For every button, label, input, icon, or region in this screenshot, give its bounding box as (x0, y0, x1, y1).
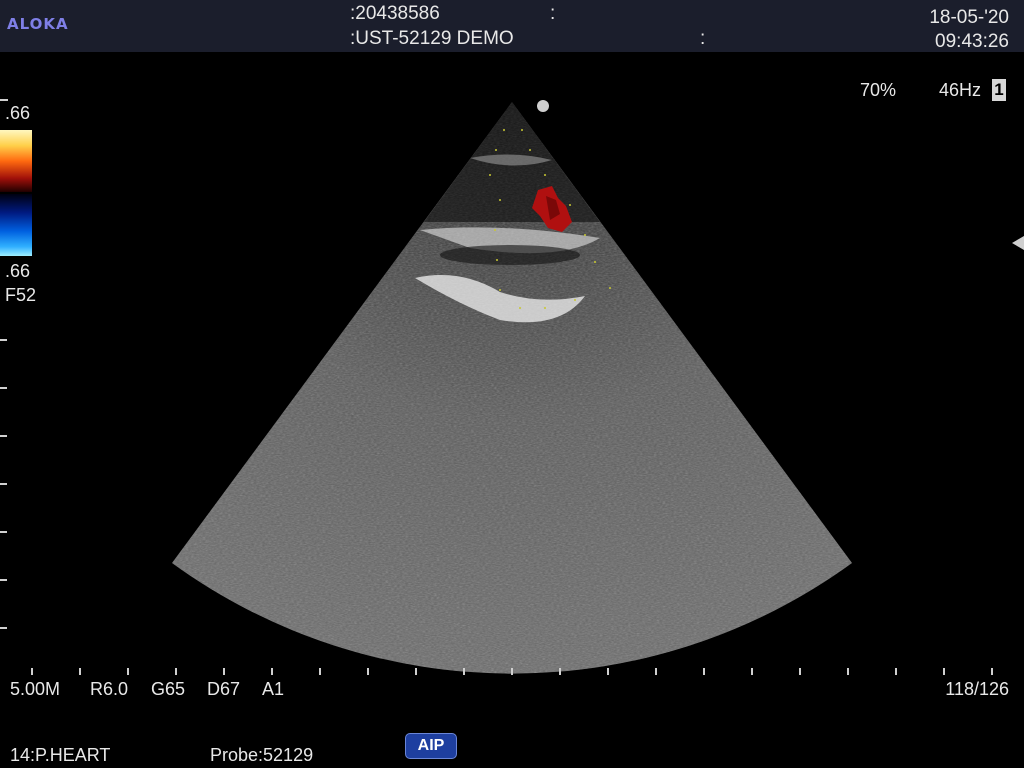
lateral-scale (31, 668, 993, 675)
depth: D67 (207, 679, 241, 699)
probe-id: Probe:52129 (210, 745, 314, 765)
color-bar-positive (0, 130, 32, 192)
color-bar-negative (0, 194, 32, 256)
color-filter: F52 (5, 285, 37, 305)
frequency: 5.00M (10, 679, 61, 699)
gain: G65 (151, 679, 186, 699)
focus-marker-icon (1012, 236, 1024, 250)
frame-rate: 46Hz (939, 80, 982, 100)
range: R6.0 (90, 679, 129, 699)
frame-number: 1 (992, 79, 1006, 101)
aip-button[interactable]: AIP (405, 733, 457, 759)
exam-preset: 14:P.HEART (10, 745, 111, 765)
color-scale-top-value: .66 (5, 103, 31, 123)
color-scale-bottom-value: .66 (5, 261, 31, 281)
tissue-echo (440, 245, 580, 265)
acoustic-power: A1 (262, 679, 285, 699)
gain-percent: 70% (860, 80, 897, 100)
ultrasound-image (0, 99, 993, 675)
frame-counter: 118/126 (945, 679, 1009, 699)
probe-orientation-dot-icon (537, 100, 549, 112)
